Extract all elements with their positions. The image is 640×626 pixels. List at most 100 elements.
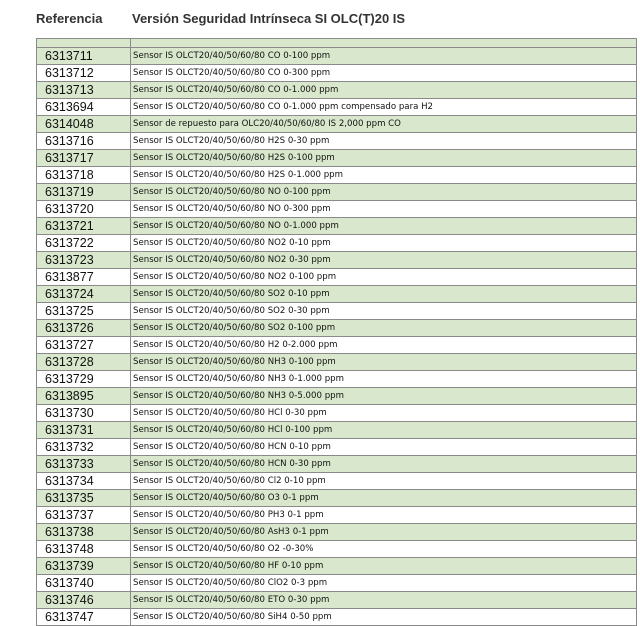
description-cell[interactable]: Sensor IS OLCT20/40/50/60/80 SiH4 0-50 p… bbox=[130, 608, 637, 626]
table-row[interactable]: 6313895 Sensor IS OLCT20/40/50/60/80 NH3 … bbox=[36, 387, 637, 405]
table-row[interactable]: 6313726 Sensor IS OLCT20/40/50/60/80 SO2 … bbox=[36, 319, 637, 337]
reference-cell[interactable]: 6314048 bbox=[36, 115, 131, 133]
reference-cell[interactable]: 6313722 bbox=[36, 234, 131, 252]
description-cell[interactable]: Sensor IS OLCT20/40/50/60/80 AsH3 0-1 pp… bbox=[130, 523, 637, 541]
table-row[interactable]: 6313737 Sensor IS OLCT20/40/50/60/80 PH3 … bbox=[36, 506, 637, 524]
table-row[interactable]: 6313746 Sensor IS OLCT20/40/50/60/80 ETO … bbox=[36, 591, 637, 609]
description-cell[interactable]: Sensor IS OLCT20/40/50/60/80 CO 0-1.000 … bbox=[130, 81, 637, 99]
table-row[interactable]: 6313732 Sensor IS OLCT20/40/50/60/80 HCN … bbox=[36, 438, 637, 456]
table-row[interactable]: 6313735 Sensor IS OLCT20/40/50/60/80 O3 0… bbox=[36, 489, 637, 507]
description-cell[interactable]: Sensor IS OLCT20/40/50/60/80 HCl 0-100 p… bbox=[130, 421, 637, 439]
description-cell[interactable]: Sensor IS OLCT20/40/50/60/80 NO 0-1.000 … bbox=[130, 217, 637, 235]
description-cell[interactable]: Sensor IS OLCT20/40/50/60/80 CO 0-100 pp… bbox=[130, 47, 637, 65]
reference-cell[interactable]: 6313712 bbox=[36, 64, 131, 82]
description-cell[interactable]: Sensor IS OLCT20/40/50/60/80 NO 0-100 pp… bbox=[130, 183, 637, 201]
reference-cell[interactable]: 6313723 bbox=[36, 251, 131, 269]
reference-cell[interactable]: 6313719 bbox=[36, 183, 131, 201]
reference-cell[interactable]: 6313739 bbox=[36, 557, 131, 575]
description-cell[interactable]: Sensor IS OLCT20/40/50/60/80 H2S 0-100 p… bbox=[130, 149, 637, 167]
reference-cell[interactable]: 6313727 bbox=[36, 336, 131, 354]
description-cell[interactable]: Sensor IS OLCT20/40/50/60/80 Cl2 0-10 pp… bbox=[130, 472, 637, 490]
table-row[interactable]: 6313738 Sensor IS OLCT20/40/50/60/80 AsH3… bbox=[36, 523, 637, 541]
description-cell[interactable]: Sensor IS OLCT20/40/50/60/80 NH3 0-5.000… bbox=[130, 387, 637, 405]
table-row[interactable]: 6313723 Sensor IS OLCT20/40/50/60/80 NO2 … bbox=[36, 251, 637, 269]
table-row[interactable]: 6313734 Sensor IS OLCT20/40/50/60/80 Cl2 … bbox=[36, 472, 637, 490]
table-row[interactable]: 6313747 Sensor IS OLCT20/40/50/60/80 SiH4… bbox=[36, 608, 637, 626]
reference-cell[interactable]: 6313720 bbox=[36, 200, 131, 218]
reference-cell[interactable]: 6313726 bbox=[36, 319, 131, 337]
reference-cell[interactable]: 6313728 bbox=[36, 353, 131, 371]
table-row[interactable]: 6313722 Sensor IS OLCT20/40/50/60/80 NO2 … bbox=[36, 234, 637, 252]
table-row[interactable]: 6313748 Sensor IS OLCT20/40/50/60/80 O2 -… bbox=[36, 540, 637, 558]
description-cell[interactable]: Sensor IS OLCT20/40/50/60/80 ETO 0-30 pp… bbox=[130, 591, 637, 609]
reference-cell[interactable]: 6313713 bbox=[36, 81, 131, 99]
table-row[interactable]: 6313724 Sensor IS OLCT20/40/50/60/80 SO2 … bbox=[36, 285, 637, 303]
description-cell[interactable]: Sensor IS OLCT20/40/50/60/80 NO2 0-10 pp… bbox=[130, 234, 637, 252]
reference-cell[interactable]: 6313740 bbox=[36, 574, 131, 592]
description-cell[interactable]: Sensor IS OLCT20/40/50/60/80 HF 0-10 ppm bbox=[130, 557, 637, 575]
description-cell[interactable]: Sensor IS OLCT20/40/50/60/80 CO 0-1.000 … bbox=[130, 98, 637, 116]
table-row[interactable]: 6313721 Sensor IS OLCT20/40/50/60/80 NO 0… bbox=[36, 217, 637, 235]
description-cell[interactable]: Sensor de repuesto para OLC20/40/50/60/8… bbox=[130, 115, 637, 133]
description-cell[interactable]: Sensor IS OLCT20/40/50/60/80 O3 0-1 ppm bbox=[130, 489, 637, 507]
reference-cell[interactable]: 6313725 bbox=[36, 302, 131, 320]
description-cell[interactable]: Sensor IS OLCT20/40/50/60/80 H2S 0-30 pp… bbox=[130, 132, 637, 150]
description-cell[interactable]: Sensor IS OLCT20/40/50/60/80 SO2 0-30 pp… bbox=[130, 302, 637, 320]
description-cell[interactable]: Sensor IS OLCT20/40/50/60/80 H2S 0-1.000… bbox=[130, 166, 637, 184]
reference-cell[interactable]: 6313877 bbox=[36, 268, 131, 286]
table-row[interactable]: 6313740 Sensor IS OLCT20/40/50/60/80 ClO2… bbox=[36, 574, 637, 592]
description-cell[interactable]: Sensor IS OLCT20/40/50/60/80 CO 0-300 pp… bbox=[130, 64, 637, 82]
table-row[interactable]: 6313729 Sensor IS OLCT20/40/50/60/80 NH3 … bbox=[36, 370, 637, 388]
reference-cell[interactable]: 6313735 bbox=[36, 489, 131, 507]
table-row[interactable]: 6313716 Sensor IS OLCT20/40/50/60/80 H2S … bbox=[36, 132, 637, 150]
reference-cell[interactable]: 6313747 bbox=[36, 608, 131, 626]
reference-cell[interactable]: 6313717 bbox=[36, 149, 131, 167]
description-cell[interactable]: Sensor IS OLCT20/40/50/60/80 O2 -0-30% bbox=[130, 540, 637, 558]
table-row[interactable]: 6313717 Sensor IS OLCT20/40/50/60/80 H2S … bbox=[36, 149, 637, 167]
description-cell[interactable]: Sensor IS OLCT20/40/50/60/80 HCl 0-30 pp… bbox=[130, 404, 637, 422]
table-row[interactable]: 6314048 Sensor de repuesto para OLC20/40/… bbox=[36, 115, 637, 133]
reference-cell[interactable]: 6313734 bbox=[36, 472, 131, 490]
description-cell[interactable]: Sensor IS OLCT20/40/50/60/80 ClO2 0-3 pp… bbox=[130, 574, 637, 592]
description-cell[interactable]: Sensor IS OLCT20/40/50/60/80 NO 0-300 pp… bbox=[130, 200, 637, 218]
table-row[interactable]: 6313733 Sensor IS OLCT20/40/50/60/80 HCN … bbox=[36, 455, 637, 473]
table-row[interactable]: 6313728 Sensor IS OLCT20/40/50/60/80 NH3 … bbox=[36, 353, 637, 371]
table-row[interactable]: 6313877 Sensor IS OLCT20/40/50/60/80 NO2 … bbox=[36, 268, 637, 286]
description-cell[interactable]: Sensor IS OLCT20/40/50/60/80 H2 0-2.000 … bbox=[130, 336, 637, 354]
reference-cell[interactable]: 6313694 bbox=[36, 98, 131, 116]
description-cell[interactable]: Sensor IS OLCT20/40/50/60/80 SO2 0-10 pp… bbox=[130, 285, 637, 303]
table-row[interactable]: 6313718 Sensor IS OLCT20/40/50/60/80 H2S … bbox=[36, 166, 637, 184]
reference-cell[interactable]: 6313738 bbox=[36, 523, 131, 541]
table-row[interactable]: 6313731 Sensor IS OLCT20/40/50/60/80 HCl … bbox=[36, 421, 637, 439]
reference-cell[interactable]: 6313716 bbox=[36, 132, 131, 150]
table-row[interactable]: 6313711 Sensor IS OLCT20/40/50/60/80 CO 0… bbox=[36, 47, 637, 65]
table-row[interactable]: 6313713 Sensor IS OLCT20/40/50/60/80 CO 0… bbox=[36, 81, 637, 99]
table-row[interactable]: 6313725 Sensor IS OLCT20/40/50/60/80 SO2 … bbox=[36, 302, 637, 320]
reference-cell[interactable]: 6313718 bbox=[36, 166, 131, 184]
reference-cell[interactable]: 6313721 bbox=[36, 217, 131, 235]
description-cell[interactable]: Sensor IS OLCT20/40/50/60/80 NH3 0-1.000… bbox=[130, 370, 637, 388]
table-row[interactable]: 6313712 Sensor IS OLCT20/40/50/60/80 CO 0… bbox=[36, 64, 637, 82]
reference-cell[interactable]: 6313730 bbox=[36, 404, 131, 422]
reference-cell[interactable]: 6313733 bbox=[36, 455, 131, 473]
reference-cell[interactable]: 6313711 bbox=[36, 47, 131, 65]
table-row[interactable]: 6313727 Sensor IS OLCT20/40/50/60/80 H2 0… bbox=[36, 336, 637, 354]
description-cell[interactable]: Sensor IS OLCT20/40/50/60/80 HCN 0-10 pp… bbox=[130, 438, 637, 456]
description-cell[interactable]: Sensor IS OLCT20/40/50/60/80 HCN 0-30 pp… bbox=[130, 455, 637, 473]
table-row[interactable]: 6313719 Sensor IS OLCT20/40/50/60/80 NO 0… bbox=[36, 183, 637, 201]
reference-cell[interactable]: 6313746 bbox=[36, 591, 131, 609]
reference-cell[interactable]: 6313729 bbox=[36, 370, 131, 388]
reference-cell[interactable]: 6313724 bbox=[36, 285, 131, 303]
table-row[interactable]: 6313720 Sensor IS OLCT20/40/50/60/80 NO 0… bbox=[36, 200, 637, 218]
reference-cell[interactable]: 6313748 bbox=[36, 540, 131, 558]
reference-cell[interactable]: 6313731 bbox=[36, 421, 131, 439]
table-row[interactable]: 6313730 Sensor IS OLCT20/40/50/60/80 HCl … bbox=[36, 404, 637, 422]
reference-cell[interactable]: 6313737 bbox=[36, 506, 131, 524]
description-cell[interactable]: Sensor IS OLCT20/40/50/60/80 NH3 0-100 p… bbox=[130, 353, 637, 371]
description-cell[interactable]: Sensor IS OLCT20/40/50/60/80 NO2 0-100 p… bbox=[130, 268, 637, 286]
description-cell[interactable]: Sensor IS OLCT20/40/50/60/80 PH3 0-1 ppm bbox=[130, 506, 637, 524]
table-row[interactable]: 6313694 Sensor IS OLCT20/40/50/60/80 CO 0… bbox=[36, 98, 637, 116]
reference-cell[interactable]: 6313895 bbox=[36, 387, 131, 405]
description-cell[interactable]: Sensor IS OLCT20/40/50/60/80 NO2 0-30 pp… bbox=[130, 251, 637, 269]
reference-cell[interactable]: 6313732 bbox=[36, 438, 131, 456]
